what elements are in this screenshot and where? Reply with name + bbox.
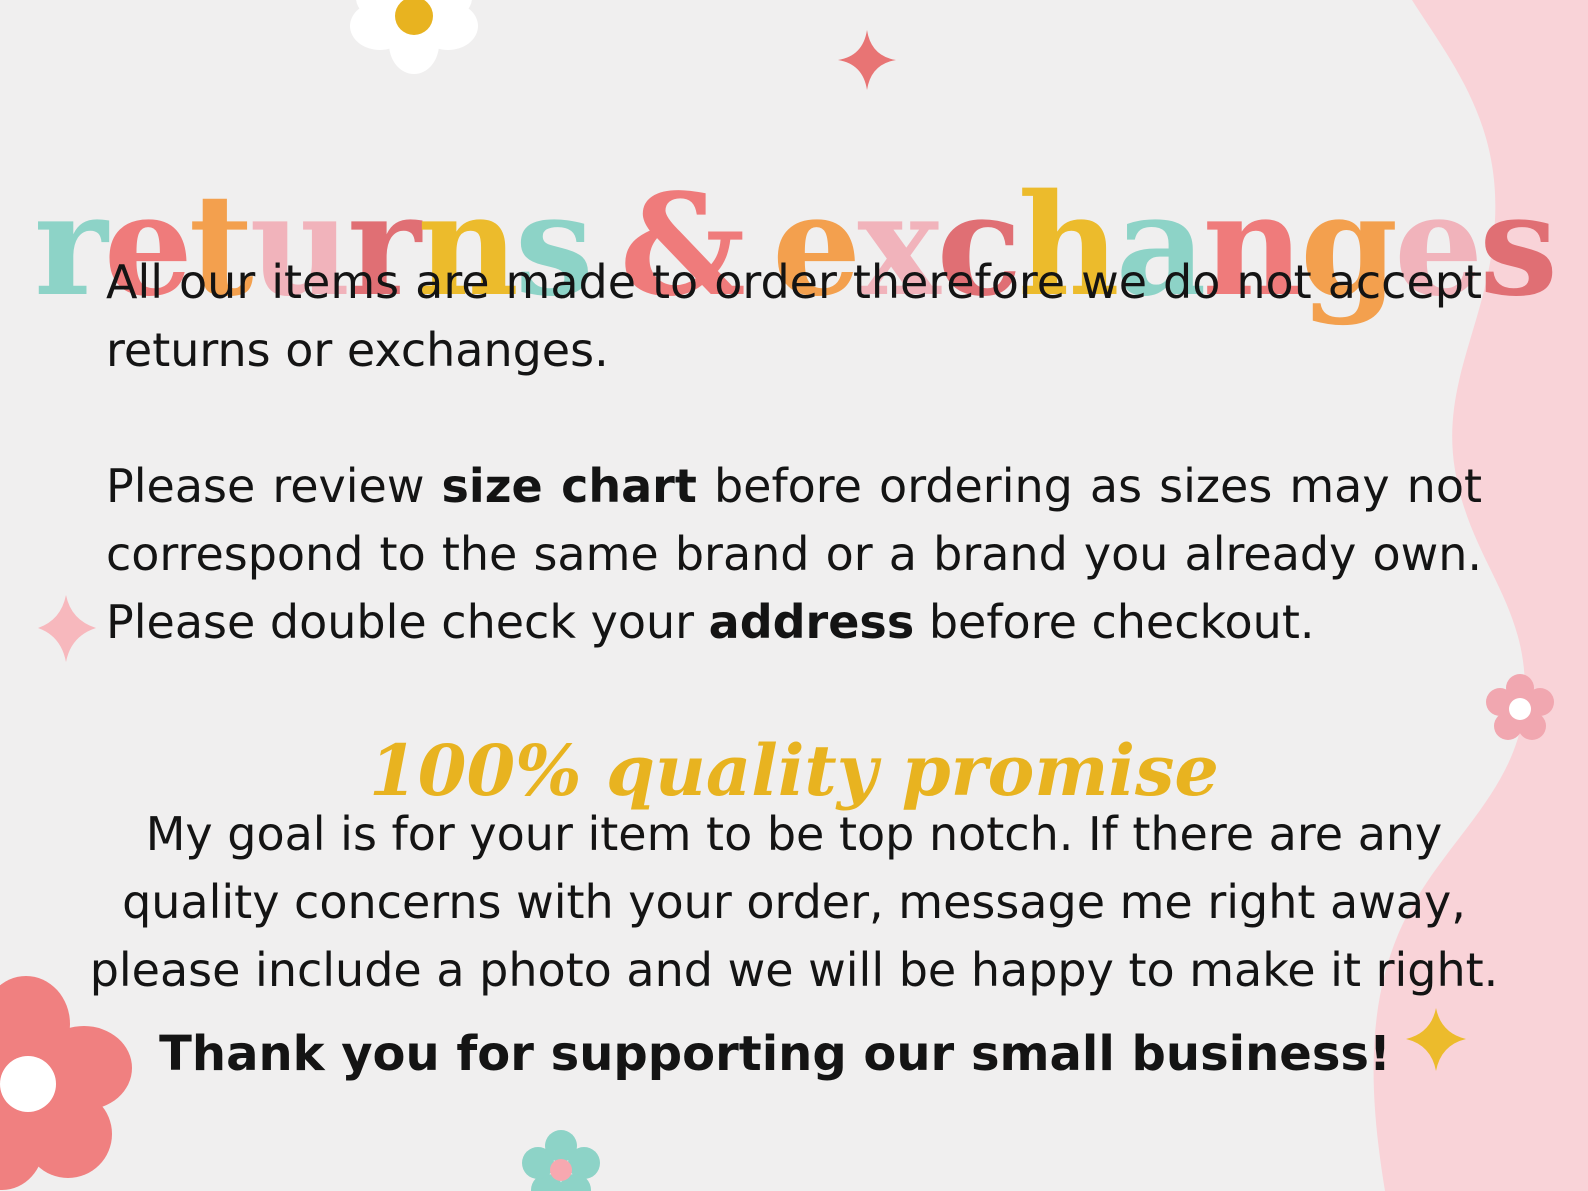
title-letter: s — [1479, 163, 1558, 328]
title-letter: r — [33, 163, 108, 328]
coral-sparkle-icon — [838, 30, 896, 90]
pink-sparkle-icon — [38, 595, 96, 662]
quality-line-3: please include a photo and we will be ha… — [89, 943, 1499, 997]
quality-paragraph: My goal is for your item to be top notch… — [40, 800, 1548, 1004]
quality-line-2: quality concerns with your order, messag… — [122, 875, 1466, 929]
quality-promise-heading: 100% quality promise — [369, 729, 1219, 813]
sizing-address-paragraph: Please review size chart before ordering… — [106, 452, 1482, 656]
text-segment: Please review — [106, 459, 442, 513]
no-returns-paragraph: All our items are made to order therefor… — [106, 255, 1482, 377]
thank-you-message: Thank you for supporting our small busin… — [159, 1026, 1391, 1082]
quality-line-1: My goal is for your item to be top notch… — [145, 807, 1443, 861]
size-chart-emphasis: size chart — [441, 459, 697, 513]
address-emphasis: address — [708, 595, 915, 649]
coral-flower-icon — [0, 976, 132, 1190]
text-segment: before checkout. — [914, 595, 1315, 649]
mint-flower-icon — [522, 1130, 600, 1191]
returns-policy-card: returns & exchanges All our items are ma… — [0, 0, 1588, 1191]
white-daisy-icon — [350, 0, 478, 74]
